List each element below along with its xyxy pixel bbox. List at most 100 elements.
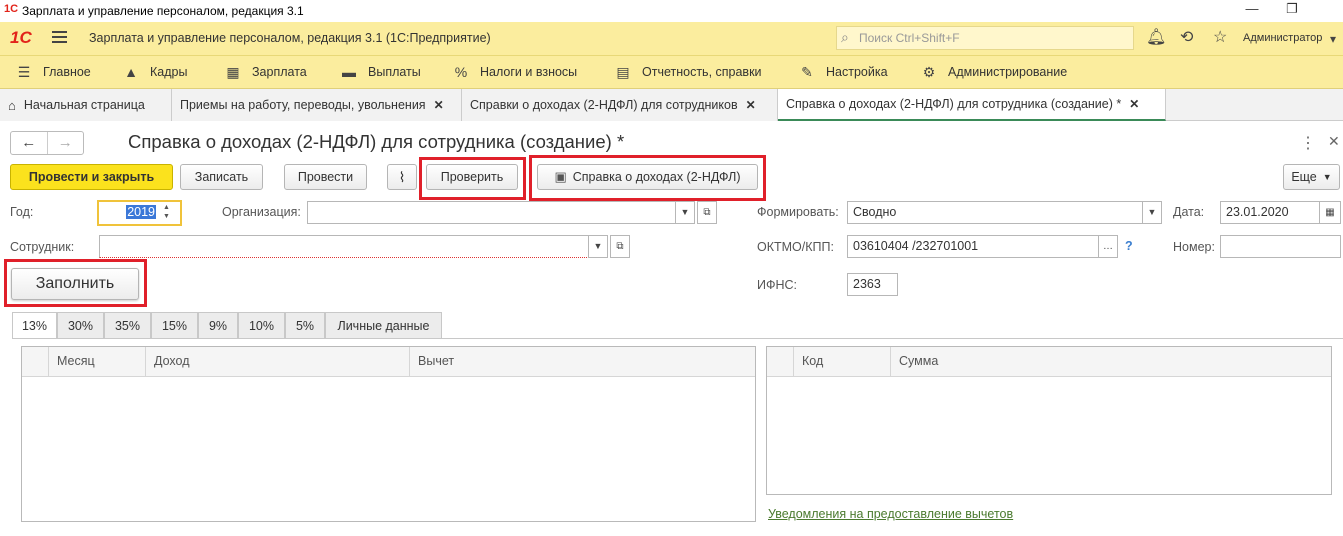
check-button[interactable]: Проверить	[426, 164, 518, 190]
calendar-icon[interactable]: ▦	[1319, 201, 1341, 224]
back-arrow-icon[interactable]: ←	[11, 132, 47, 154]
restore-icon[interactable]: ❐	[1277, 1, 1307, 21]
section-label: Выплаты	[368, 65, 421, 79]
section-settings[interactable]: ✎ Настройка	[798, 56, 888, 88]
form-type-label: Формировать:	[757, 205, 839, 219]
tab-rate-15[interactable]: 15%	[151, 312, 198, 338]
post-button[interactable]: Провести	[284, 164, 367, 190]
more-button[interactable]: Еще ▼	[1283, 164, 1340, 190]
fill-button[interactable]: Заполнить	[11, 268, 139, 300]
form-type-select[interactable]: Сводно	[847, 201, 1143, 224]
date-input[interactable]: 23.01.2020	[1220, 201, 1320, 224]
open-tabs-bar: ⌂ Начальная страница Приемы на работу, п…	[0, 89, 1343, 121]
wallet-icon: ▬	[342, 64, 356, 80]
tab-certificates-list[interactable]: Справки о доходах (2-НДФЛ) для сотрудник…	[462, 89, 778, 121]
app-header: 1С Зарплата и управление персоналом, ред…	[0, 22, 1343, 56]
income-table[interactable]: Месяц Доход Вычет	[21, 346, 756, 522]
bell-icon[interactable]: 🔔︎	[1146, 27, 1166, 47]
oktmo-input[interactable]: 03610404 /232701001	[847, 235, 1099, 258]
section-taxes[interactable]: % Налоги и взносы	[452, 56, 577, 88]
save-button[interactable]: Записать	[180, 164, 263, 190]
post-and-close-button[interactable]: Провести и закрыть	[10, 164, 173, 190]
printer-icon: ▣	[554, 169, 567, 184]
dropdown-icon[interactable]: ▼	[675, 201, 695, 224]
section-label: Кадры	[150, 65, 188, 79]
dropdown-icon[interactable]: ▼	[588, 235, 608, 258]
section-payments[interactable]: ▬ Выплаты	[340, 56, 421, 88]
number-label: Номер:	[1173, 240, 1215, 254]
section-label: Налоги и взносы	[480, 65, 578, 79]
minimize-icon[interactable]: —	[1237, 1, 1267, 21]
row-marker-column	[767, 347, 793, 376]
close-icon[interactable]: ✕	[434, 98, 444, 112]
tab-certificate-new[interactable]: Справка о доходах (2-НДФЛ) для сотрудник…	[778, 89, 1166, 121]
paperclip-icon: ⌇	[398, 168, 406, 185]
section-main[interactable]: ☰ Главное	[15, 56, 91, 88]
more-label: Еще	[1291, 170, 1317, 184]
tab-label: Справка о доходах (2-НДФЛ) для сотрудник…	[786, 97, 1122, 111]
deduction-table[interactable]: Код Сумма	[766, 346, 1332, 495]
dropdown-icon[interactable]: ▼	[1142, 201, 1162, 224]
section-menu: ☰ Главное ▲ Кадры ▦ Зарплата ▬ Выплаты %…	[0, 56, 1343, 89]
star-icon[interactable]: ☆	[1213, 27, 1227, 47]
open-icon[interactable]: ⧉	[697, 201, 717, 224]
tab-home[interactable]: ⌂ Начальная страница	[0, 89, 172, 121]
history-icon[interactable]: ⟲	[1180, 27, 1193, 47]
percent-icon: %	[454, 64, 468, 80]
section-salary[interactable]: ▦ Зарплата	[224, 56, 306, 88]
form-close-icon[interactable]: ✕	[1328, 133, 1340, 150]
home-icon: ⌂	[8, 97, 16, 113]
section-label: Отчетность, справки	[642, 65, 762, 79]
tab-label: Приемы на работу, переводы, увольнения	[180, 98, 426, 112]
tab-rate-9[interactable]: 9%	[198, 312, 238, 338]
tab-rate-30[interactable]: 30%	[57, 312, 104, 338]
column-header-sum[interactable]: Сумма	[890, 347, 1331, 376]
section-admin[interactable]: ⚙ Администрирование	[920, 56, 1067, 88]
column-header-code[interactable]: Код	[793, 347, 890, 376]
section-label: Настройка	[826, 65, 888, 79]
column-header-deduction[interactable]: Вычет	[409, 347, 755, 376]
tab-rate-5[interactable]: 5%	[285, 312, 325, 338]
column-header-month[interactable]: Месяц	[48, 347, 145, 376]
oktmo-label: ОКТМО/КПП:	[757, 240, 834, 254]
close-icon[interactable]: ✕	[746, 98, 756, 112]
chevron-down-icon[interactable]: ▾	[1330, 32, 1336, 46]
table-header: Месяц Доход Вычет	[22, 347, 755, 377]
tab-personal-data[interactable]: Личные данные	[325, 312, 442, 338]
ifns-label: ИФНС:	[757, 278, 798, 292]
column-header-income[interactable]: Доход	[145, 347, 409, 376]
tab-label: Справки о доходах (2-НДФЛ) для сотрудник…	[470, 98, 738, 112]
organization-input[interactable]	[307, 201, 676, 224]
report-icon: ▤	[616, 63, 630, 80]
nav-buttons: ← →	[10, 131, 84, 155]
number-input[interactable]	[1220, 235, 1341, 258]
logo-1c-icon: 1С	[10, 28, 32, 47]
print-certificate-button[interactable]: ▣ Справка о доходах (2-НДФЛ)	[537, 164, 758, 190]
user-name[interactable]: Администратор	[1243, 32, 1322, 44]
organization-label: Организация:	[222, 205, 301, 219]
wrench-icon: ✎	[801, 63, 813, 80]
section-reports[interactable]: ▤ Отчетность, справки	[614, 56, 762, 88]
search-input[interactable]: ⌕ Поиск Ctrl+Shift+F	[836, 26, 1134, 50]
ifns-input[interactable]: 2363	[847, 273, 898, 296]
forward-arrow-icon[interactable]: →	[46, 132, 84, 154]
tab-rate-13[interactable]: 13%	[12, 312, 57, 339]
tab-rate-10[interactable]: 10%	[238, 312, 285, 338]
gear-icon: ⚙	[922, 63, 936, 80]
notifications-link[interactable]: Уведомления на предоставление вычетов	[768, 507, 1013, 521]
open-icon[interactable]: ⧉	[610, 235, 630, 258]
employee-input[interactable]	[99, 235, 589, 258]
users-icon: ▲	[124, 64, 138, 80]
help-icon[interactable]: ?	[1125, 239, 1133, 253]
app-logo-icon: 1С	[4, 3, 19, 15]
year-spin-icon[interactable]: ▲ ▼	[163, 203, 170, 221]
attachment-button[interactable]: ⌇	[387, 164, 417, 190]
tab-panel-border	[12, 338, 1343, 339]
menu-icon[interactable]	[52, 31, 67, 46]
tab-rate-35[interactable]: 35%	[104, 312, 151, 338]
more-vertical-icon[interactable]: ⋮	[1300, 133, 1316, 153]
tab-hiring[interactable]: Приемы на работу, переводы, увольнения ✕	[172, 89, 462, 121]
close-icon[interactable]: ✕	[1129, 97, 1139, 111]
ellipsis-icon[interactable]: …	[1098, 235, 1118, 258]
section-personnel[interactable]: ▲ Кадры	[122, 56, 187, 88]
